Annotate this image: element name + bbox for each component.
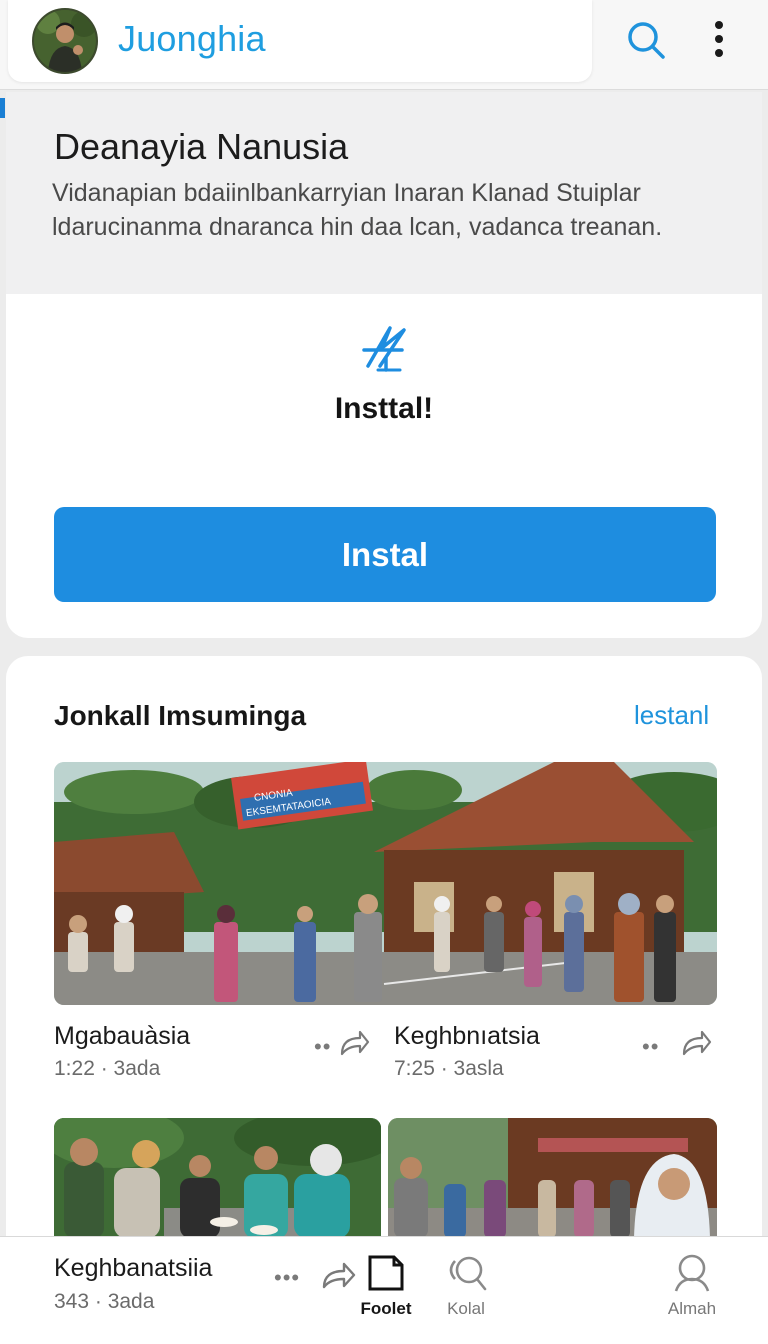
video-title[interactable]: Keghbnıatsia [394,1022,540,1051]
nav-item-kolal[interactable]: Kolal [426,1253,506,1319]
group-meal-image [54,1118,381,1238]
scroll-marker [0,98,5,118]
bookmark-icon [368,1255,404,1291]
nav-label: Kolal [447,1299,485,1318]
top-app-bar: Juonghia [0,0,768,90]
page-description: Vidanapian bdaiinlbankarryian Inaran Kla… [52,179,663,241]
video-meta: 343 · 3ada [54,1290,155,1313]
village-scene-image: CNONIA EKSEMTATAOICIA [54,762,717,1005]
village-gathering-image [388,1118,717,1238]
install-button[interactable]: Instal [54,507,716,602]
video-meta: 1:22 · 3ada [54,1057,161,1080]
app-title: Juonghia [118,18,266,59]
install-card: Insttal! Instal [6,294,762,638]
avatar[interactable] [32,8,98,74]
page-title: Deanayia Nanusia [54,126,349,167]
section-title: Jonkall Imsuminga [54,700,307,731]
avatar-photo [34,10,96,72]
install-heading: Insttal! [334,392,434,425]
video-title[interactable]: Keghbanatsiia [54,1254,212,1283]
search-icon[interactable] [624,18,668,62]
more-dots-icon[interactable]: •• [642,1034,659,1060]
brand-logo-icon [360,322,410,374]
share-icon[interactable] [678,1028,712,1060]
video-thumbnail[interactable]: CNONIA EKSEMTATAOICIA [54,762,717,1005]
more-dots-icon[interactable]: •• [314,1034,331,1060]
nav-label: Almah [667,1299,717,1318]
profile-icon [674,1254,710,1292]
share-icon[interactable] [336,1028,370,1060]
video-thumbnail[interactable] [388,1118,717,1238]
video-thumbnail[interactable] [54,1118,381,1238]
video-title[interactable]: Mgabauàsia [54,1022,190,1051]
see-all-link[interactable]: lestanl [634,700,709,731]
bottom-bar: Keghbanatsiia 343 · 3ada ••• Foolet Kola… [0,1236,768,1344]
video-meta: 7:25 · 3asla [394,1057,504,1080]
nav-item-almah[interactable]: Almah [652,1253,732,1319]
more-dots-icon[interactable]: ••• [274,1265,300,1291]
description-panel: Deanayia Nanusia Vidanapian bdaiinlbanka… [6,92,762,294]
nav-label: Foolet [360,1299,412,1318]
search-icon [449,1256,487,1291]
nav-item-foolet[interactable]: Foolet [346,1253,426,1319]
more-options-icon[interactable] [702,18,736,62]
